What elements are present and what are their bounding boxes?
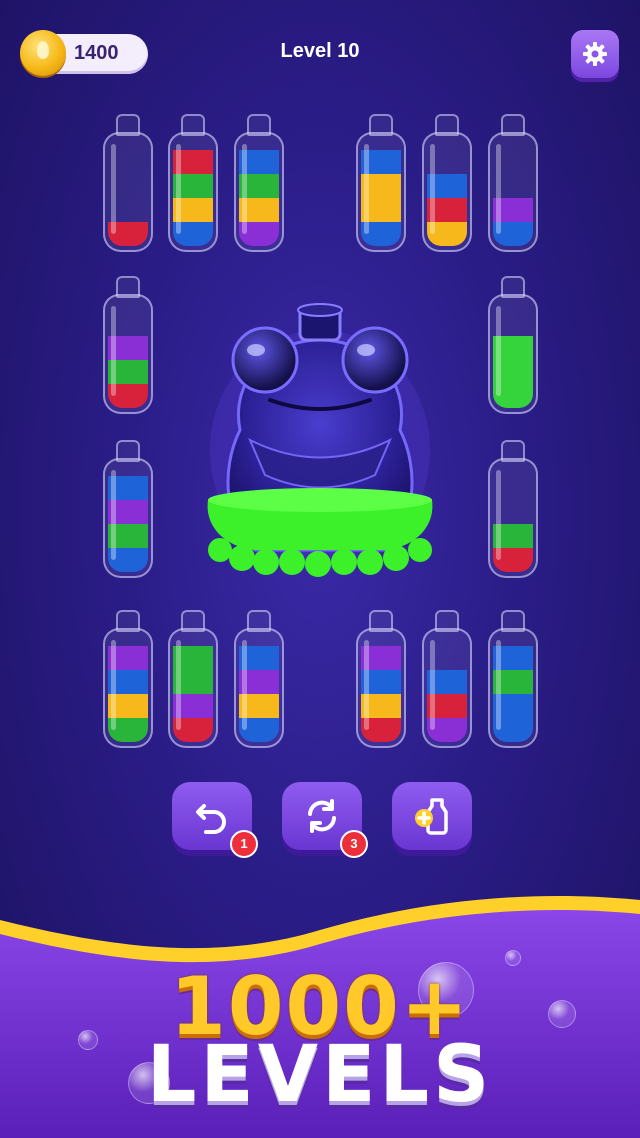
bottle-shine [242,640,247,730]
bottle-top-left-3[interactable] [234,114,284,254]
bottle-body [422,628,472,748]
undo-button[interactable]: 1 [172,782,258,858]
bottle-mid-left-2[interactable] [103,440,153,580]
bottle-mid-right-1[interactable] [488,276,538,416]
bottle-bot-left-3[interactable] [234,610,284,750]
restart-button[interactable]: 3 [282,782,368,858]
bottle-body [168,132,218,252]
restart-icon [308,799,336,833]
bottle-body [488,458,538,578]
undo-count-badge: 1 [230,830,258,858]
bottle-body [103,628,153,748]
bottle-body [356,628,406,748]
bottle-shine [496,306,501,396]
add-bottle-button[interactable] [392,782,472,850]
frog-jar-icon[interactable] [200,300,440,590]
bottle-shine [111,144,116,234]
bottle-body [422,132,472,252]
promo-word: LEVELS [146,1030,494,1120]
bottle-body [103,458,153,578]
bottle-shine [496,640,501,730]
bottle-shine [111,640,116,730]
bottle-top-right-1[interactable] [356,114,406,254]
bottle-shine [430,640,435,730]
settings-button[interactable] [571,30,619,78]
bottle-bot-left-1[interactable] [103,610,153,750]
bottle-bot-right-3[interactable] [488,610,538,750]
level-title: Level 10 [280,40,360,62]
add-bottle-icon [415,798,448,835]
bottle-bot-left-2[interactable] [168,610,218,750]
bottle-top-left-1[interactable] [103,114,153,254]
bottle-shine [242,144,247,234]
bottle-shine [111,470,116,560]
bottle-shine [496,470,501,560]
bottle-shine [430,144,435,234]
bottle-body [103,294,153,414]
bottle-shine [364,640,369,730]
bottle-shine [176,144,181,234]
restart-count-badge: 3 [340,830,368,858]
bottle-shine [176,640,181,730]
undo-icon [196,804,226,834]
bottle-bot-right-2[interactable] [422,610,472,750]
bottle-mid-right-2[interactable] [488,440,538,580]
bottle-body [356,132,406,252]
bottle-shine [496,144,501,234]
bottle-body [103,132,153,252]
bottle-body [234,132,284,252]
bottle-shine [111,306,116,396]
bottle-bot-right-1[interactable] [356,610,406,750]
bottle-top-right-3[interactable] [488,114,538,254]
bottle-body [488,294,538,414]
bottle-top-right-2[interactable] [422,114,472,254]
bottle-shine [364,144,369,234]
bottle-body [488,132,538,252]
bottle-mid-left-1[interactable] [103,276,153,416]
bottle-body [234,628,284,748]
bottle-body [488,628,538,748]
gear-icon [583,42,607,66]
bottle-top-left-2[interactable] [168,114,218,254]
bottle-body [168,628,218,748]
